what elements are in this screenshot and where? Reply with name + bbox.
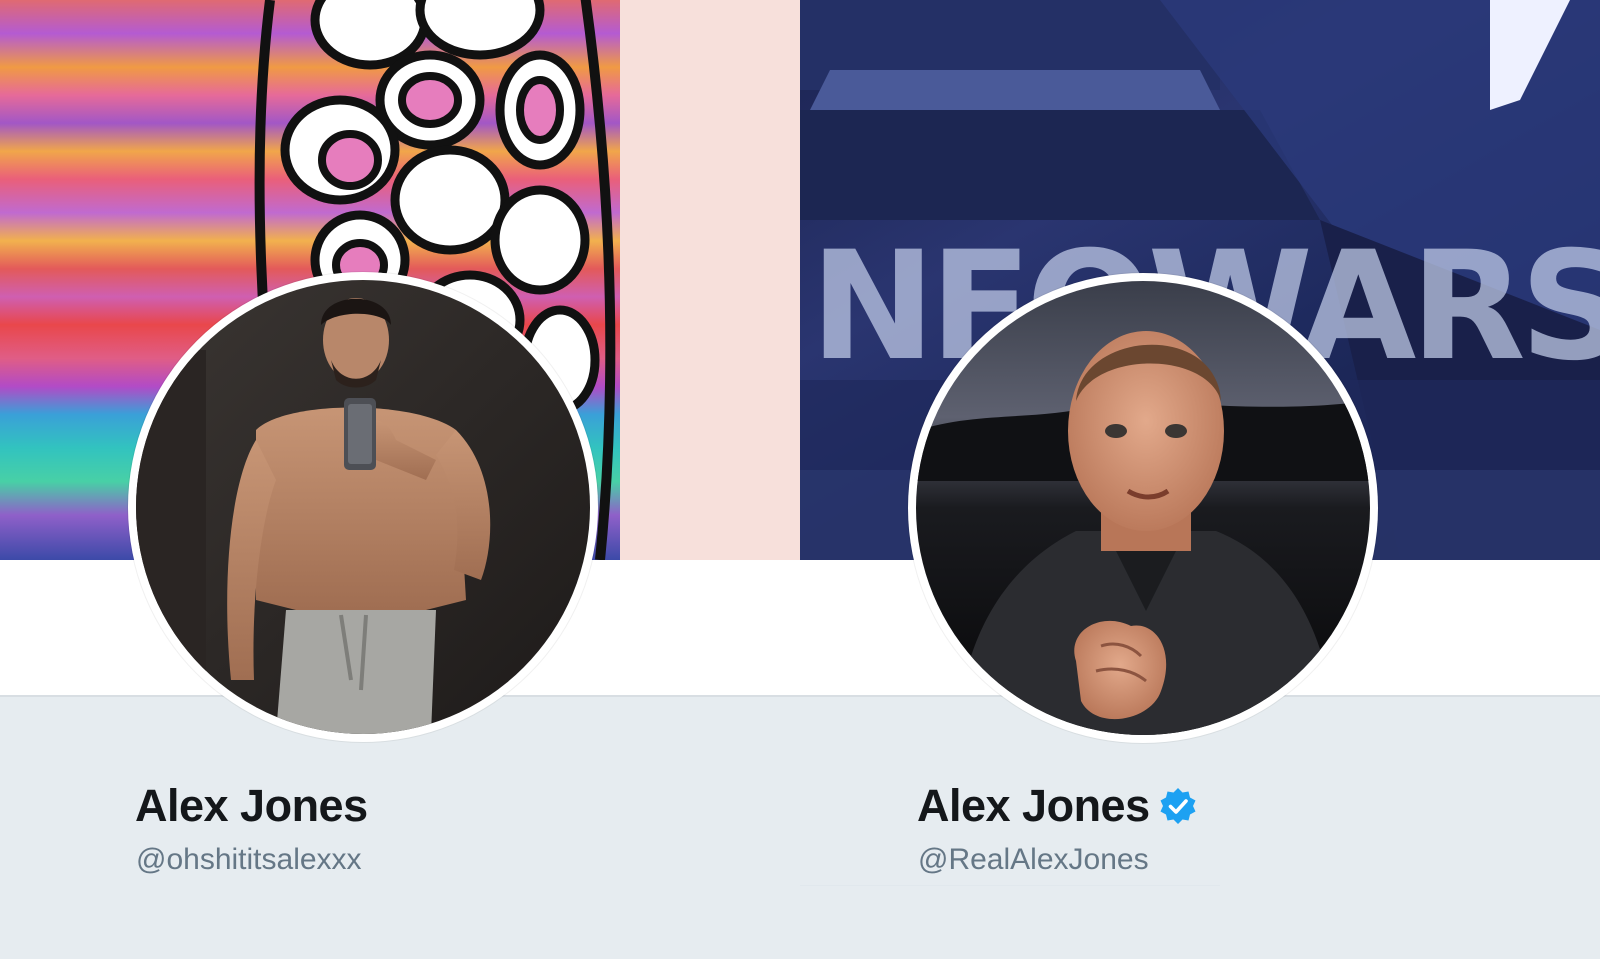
- banner-light-panel: [620, 0, 800, 560]
- verified-badge-icon: [1160, 788, 1196, 824]
- profile-avatar[interactable]: [908, 273, 1378, 743]
- profile-handle[interactable]: @RealAlexJones: [918, 843, 1149, 877]
- profile-card-left: Alex Jones @ohshititsalexxx: [0, 0, 800, 959]
- profile-handle[interactable]: @ohshititsalexxx: [136, 843, 362, 877]
- avatar-photo: [916, 281, 1370, 735]
- avatar-photo: [136, 280, 590, 734]
- profile-card-right: NFOWARS: [800, 0, 1600, 959]
- comparison-stage: Alex Jones @ohshititsalexxx NFOWARS: [0, 0, 1600, 959]
- profile-name-row: Alex Jones: [917, 780, 1198, 832]
- profile-name-row: Alex Jones: [135, 780, 368, 832]
- profile-avatar[interactable]: [128, 272, 598, 742]
- handle-underline-divider: [800, 885, 1220, 886]
- profile-display-name[interactable]: Alex Jones: [135, 780, 368, 832]
- profile-display-name[interactable]: Alex Jones: [917, 780, 1150, 832]
